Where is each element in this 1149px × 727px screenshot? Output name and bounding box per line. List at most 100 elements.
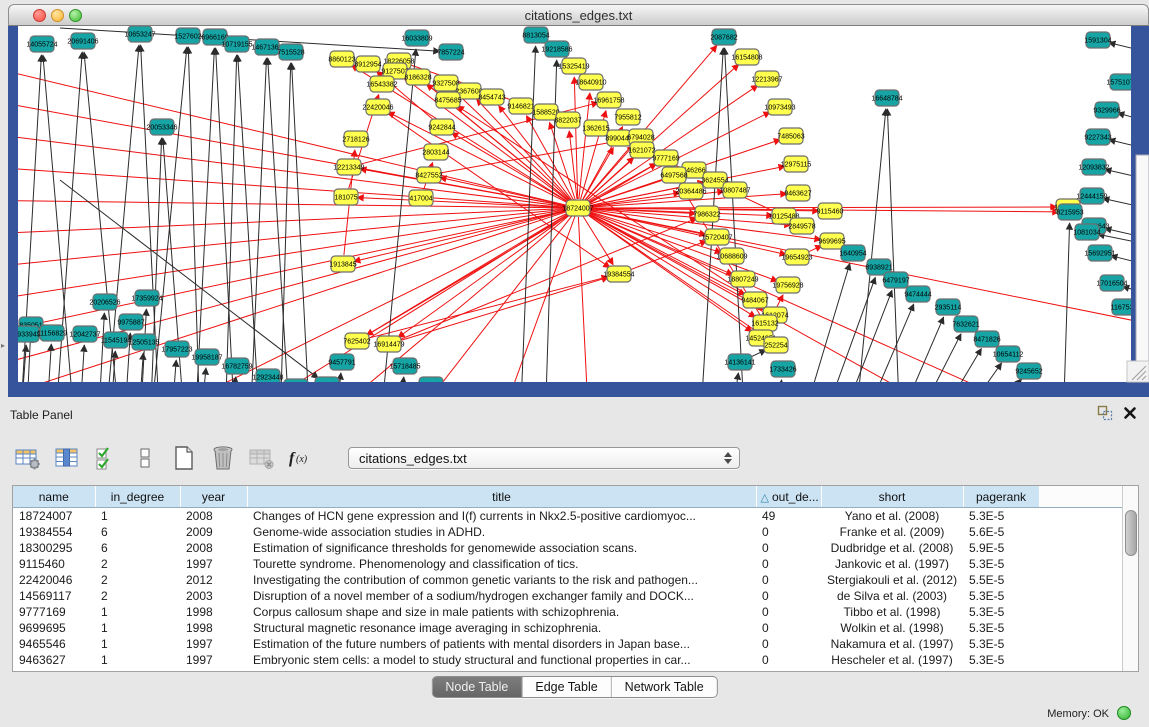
cell-title[interactable]: Corpus callosum shape and size in male p… bbox=[247, 604, 756, 620]
graph-node[interactable]: 1527602 bbox=[174, 28, 201, 44]
graph-node[interactable]: 1362615 bbox=[582, 120, 609, 136]
cell-in_degree[interactable]: 1 bbox=[95, 508, 180, 525]
graph-node[interactable]: 7986322 bbox=[693, 206, 720, 222]
graph-node[interactable]: 18640910 bbox=[575, 74, 606, 90]
cell-short[interactable]: de Silva et al. (2003) bbox=[821, 588, 963, 604]
graph-node[interactable]: 20206526 bbox=[89, 294, 120, 310]
graph-node[interactable]: 9457791 bbox=[328, 354, 355, 370]
graph-node[interactable]: 20364486 bbox=[675, 183, 706, 199]
graph-node[interactable]: 2087682 bbox=[710, 29, 737, 45]
graph-node[interactable]: 8912954 bbox=[354, 56, 381, 72]
cell-title[interactable]: Changes of HCN gene expression and I(f) … bbox=[247, 508, 756, 525]
cell-title[interactable]: Investigating the contribution of common… bbox=[247, 572, 756, 588]
graph-node[interactable]: 6479197 bbox=[882, 272, 909, 288]
graph-node[interactable]: 15325419 bbox=[558, 58, 589, 74]
graph-node[interactable]: 9146821 bbox=[507, 98, 534, 114]
graph-node[interactable]: 16154808 bbox=[731, 49, 762, 65]
graph-node[interactable]: 7857224 bbox=[437, 44, 464, 60]
column-header-out_de[interactable]: △out_de... bbox=[756, 486, 821, 508]
cell-pagerank[interactable]: 5.3E-5 bbox=[963, 556, 1039, 572]
panel-expand-icon[interactable]: ▸ bbox=[1, 342, 5, 350]
delete-table-icon[interactable] bbox=[209, 444, 237, 472]
cell-out_de[interactable]: 0 bbox=[756, 588, 821, 604]
cell-out_de[interactable]: 0 bbox=[756, 636, 821, 652]
tab-network-table[interactable]: Network Table bbox=[611, 677, 717, 697]
table-row[interactable]: 1872400712008Changes of HCN gene express… bbox=[13, 508, 1123, 525]
cell-year[interactable]: 1997 bbox=[180, 652, 247, 668]
graph-node[interactable]: 9227343 bbox=[1084, 129, 1111, 145]
graph-node[interactable]: 10973493 bbox=[764, 99, 795, 115]
cell-name[interactable]: 9699695 bbox=[13, 620, 95, 636]
cell-short[interactable]: Hescheler et al. (1997) bbox=[821, 652, 963, 668]
graph-node[interactable]: 17359924 bbox=[131, 290, 162, 306]
graph-node[interactable]: 19756928 bbox=[772, 277, 803, 293]
window-resize-grip[interactable] bbox=[1127, 361, 1149, 382]
cell-short[interactable]: Yano et al. (2008) bbox=[821, 508, 963, 525]
table-row[interactable]: 1830029562008Estimation of significance … bbox=[13, 540, 1123, 556]
table-row[interactable]: 969969511998Structural magnetic resonanc… bbox=[13, 620, 1123, 636]
cell-in_degree[interactable]: 1 bbox=[95, 604, 180, 620]
cell-title[interactable]: Estimation of the future numbers of pati… bbox=[247, 636, 756, 652]
graph-node[interactable]: 8813054 bbox=[522, 27, 549, 43]
cell-in_degree[interactable]: 1 bbox=[95, 636, 180, 652]
graph-node[interactable]: 11156829 bbox=[37, 325, 67, 341]
graph-node[interactable]: 7485063 bbox=[777, 128, 804, 144]
graph-node[interactable]: 181075 bbox=[334, 189, 358, 205]
table-row[interactable]: 911546021997Tourette syndrome. Phenomeno… bbox=[13, 556, 1123, 572]
cell-out_de[interactable]: 0 bbox=[756, 572, 821, 588]
graph-node[interactable]: 8475685 bbox=[434, 92, 461, 108]
cell-year[interactable]: 1998 bbox=[180, 620, 247, 636]
cell-out_de[interactable]: 0 bbox=[756, 556, 821, 572]
graph-node[interactable]: 12213967 bbox=[751, 71, 782, 87]
graph-node[interactable]: 1591304 bbox=[1084, 32, 1111, 48]
graph-node[interactable]: 2849578 bbox=[788, 218, 815, 234]
cell-title[interactable]: Estimation of significance thresholds fo… bbox=[247, 540, 756, 556]
scrollbar-thumb[interactable] bbox=[1125, 510, 1137, 556]
graph-node[interactable]: 9463627 bbox=[784, 185, 811, 201]
graph-node[interactable]: 9975887 bbox=[117, 314, 144, 330]
cell-name[interactable]: 18724007 bbox=[13, 508, 95, 525]
cell-name[interactable]: 9115460 bbox=[13, 556, 95, 572]
cell-name[interactable]: 18300295 bbox=[13, 540, 95, 556]
cell-pagerank[interactable]: 5.3E-5 bbox=[963, 620, 1039, 636]
graph-node[interactable]: 9474444 bbox=[904, 286, 931, 302]
graph-node[interactable]: 12042737 bbox=[69, 326, 100, 342]
graph-node[interactable]: 12505135 bbox=[128, 334, 159, 350]
table-settings-icon[interactable] bbox=[14, 444, 42, 472]
cell-in_degree[interactable]: 2 bbox=[95, 556, 180, 572]
graph-node[interactable]: 10653247 bbox=[124, 26, 155, 42]
cell-in_degree[interactable]: 6 bbox=[95, 524, 180, 540]
cell-name[interactable]: 9777169 bbox=[13, 604, 95, 620]
graph-node[interactable]: 10654112 bbox=[993, 346, 1024, 362]
graph-node[interactable]: 7955812 bbox=[614, 109, 641, 125]
graph-node[interactable]: 6497568 bbox=[660, 167, 687, 183]
cell-year[interactable]: 1998 bbox=[180, 604, 247, 620]
close-panel-icon[interactable] bbox=[1123, 406, 1137, 420]
cell-in_degree[interactable]: 1 bbox=[95, 620, 180, 636]
new-table-icon[interactable] bbox=[170, 444, 198, 472]
network-canvas[interactable]: 1872400788601238912954182260589127502165… bbox=[0, 0, 1149, 397]
graph-node[interactable]: 12213349 bbox=[333, 159, 364, 175]
graph-node[interactable]: 19218586 bbox=[541, 41, 572, 57]
graph-node[interactable]: 19958187 bbox=[191, 349, 222, 365]
cell-year[interactable]: 2008 bbox=[180, 540, 247, 556]
column-header-title[interactable]: title bbox=[247, 486, 756, 508]
table-row[interactable]: 1456911722003Disruption of a novel membe… bbox=[13, 588, 1123, 604]
graph-node[interactable]: 8471826 bbox=[973, 331, 1000, 347]
cell-out_de[interactable]: 0 bbox=[756, 652, 821, 668]
graph-node[interactable]: 19654923 bbox=[781, 249, 812, 265]
cell-title[interactable]: Disruption of a novel member of a sodium… bbox=[247, 588, 756, 604]
graph-node[interactable]: 11545194 bbox=[101, 332, 132, 348]
graph-node[interactable]: 9245652 bbox=[1015, 363, 1042, 379]
graph-node[interactable]: 15720407 bbox=[701, 229, 732, 245]
graph-node[interactable]: 8215953 bbox=[1056, 204, 1083, 220]
graph-node[interactable]: 9484067 bbox=[741, 292, 768, 308]
table-row[interactable]: 977716911998Corpus callosum shape and si… bbox=[13, 604, 1123, 620]
cell-short[interactable]: Wolkin et al. (1998) bbox=[821, 620, 963, 636]
graph-node[interactable]: 8454743 bbox=[478, 89, 505, 105]
graph-node[interactable]: 20691406 bbox=[67, 33, 98, 49]
graph-node[interactable]: 1913845 bbox=[329, 256, 356, 272]
graph-node[interactable]: 1733426 bbox=[769, 361, 796, 377]
network-window-titlebar[interactable]: citations_edges.txt bbox=[8, 4, 1149, 26]
cell-pagerank[interactable]: 5.3E-5 bbox=[963, 588, 1039, 604]
